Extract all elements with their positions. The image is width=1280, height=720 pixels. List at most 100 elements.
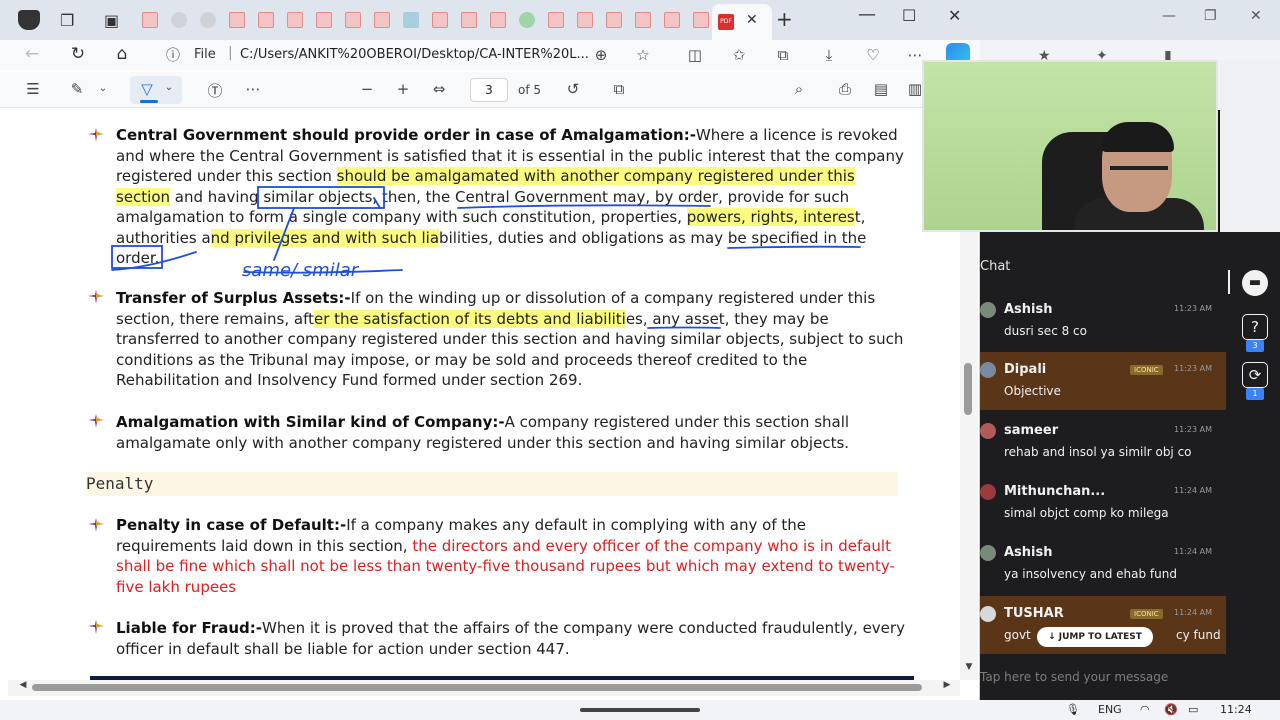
bullet-icon — [88, 414, 104, 428]
chat-title: Chat — [980, 259, 1011, 274]
chat-username: Ashish — [1004, 302, 1053, 317]
scroll-right-icon[interactable]: ▶ — [936, 680, 958, 690]
scroll-left-icon[interactable]: ◀ — [12, 680, 34, 690]
highlighted-text: powers, rights, interes — [686, 208, 855, 226]
chevron-down-icon[interactable]: ⌄ — [92, 83, 114, 94]
tab-pdf-8[interactable] — [432, 12, 448, 28]
browser-essentials-icon[interactable]: ♡ — [862, 46, 884, 64]
pdf-page[interactable]: Central Government should provide order … — [8, 108, 960, 680]
tab-pdf-13[interactable] — [606, 12, 622, 28]
tab-pdf-15[interactable] — [664, 12, 680, 28]
taskbar-handle[interactable] — [580, 708, 700, 712]
chat-message: sameer 11:23 AM rehab and insol ya simil… — [980, 413, 1226, 471]
chat-text: govt — [1004, 628, 1031, 642]
scroll-down-icon[interactable]: ▼ — [958, 662, 980, 672]
page-number-input[interactable]: 3 — [470, 78, 508, 102]
tab-pdf-14[interactable] — [635, 12, 651, 28]
tab-pdf-16[interactable] — [693, 12, 709, 28]
tab-pdf-6[interactable] — [345, 12, 361, 28]
tab-generic-1[interactable] — [171, 12, 187, 28]
chat-text: simal objct comp ko milega — [1004, 506, 1169, 520]
info-icon[interactable]: ⓘ — [166, 45, 180, 65]
chat-username: Mithunchan... — [1004, 484, 1106, 499]
maximize-window-icon[interactable]: ☐ — [902, 6, 916, 25]
poll-icon[interactable]: ⟳ — [1242, 362, 1268, 388]
page-view-icon[interactable]: ⧉ — [608, 80, 630, 98]
minimize-window-icon[interactable]: — — [1162, 8, 1176, 24]
restore-window-icon[interactable]: ❐ — [1204, 8, 1217, 24]
workspaces-icon[interactable]: ❐ — [60, 11, 74, 30]
close-tab-icon[interactable]: ✕ — [746, 12, 758, 28]
collections-icon[interactable]: ⧉ — [772, 46, 794, 64]
help-icon[interactable]: ? — [1242, 314, 1268, 340]
avatar — [980, 362, 996, 378]
minimize-window-icon[interactable]: — — [858, 4, 876, 25]
chat-message-input[interactable]: Tap here to send your message — [980, 670, 1168, 684]
paragraph-surplus-assets: Transfer of Surplus Assets:-If on the wi… — [116, 288, 906, 391]
help-count-badge: 3 — [1246, 340, 1264, 352]
bullet-icon — [88, 620, 104, 634]
tab-pdf-2[interactable] — [229, 12, 245, 28]
back-icon[interactable]: ← — [20, 44, 44, 66]
tab-image-1[interactable] — [403, 12, 419, 28]
draw-tool-button[interactable]: ▽ ⌄ — [130, 76, 182, 104]
horizontal-scrollbar[interactable]: ◀ ▶ — [8, 680, 960, 696]
highlight-icon[interactable]: ✎ — [66, 80, 88, 98]
url-field[interactable]: ⓘ File | C:/Users/ANKIT%20OBEROI/Desktop… — [160, 43, 660, 67]
url-text[interactable]: C:/Users/ANKIT%20OBEROI/Desktop/CA-INTER… — [240, 47, 589, 62]
chat-username: Ashish — [1004, 545, 1053, 560]
tab-pdf-4[interactable] — [287, 12, 303, 28]
tab-pdf-7[interactable] — [374, 12, 390, 28]
clock[interactable]: 11:24 — [1220, 703, 1252, 716]
save-icon[interactable]: ▤ — [870, 80, 892, 98]
close-window-icon[interactable]: ✕ — [948, 6, 961, 25]
close-window-icon[interactable]: ✕ — [1250, 8, 1262, 24]
paragraph-heading: Penalty in case of Default:- — [116, 516, 347, 534]
tab-pdf-3[interactable] — [258, 12, 274, 28]
zoom-out-icon[interactable]: − — [356, 80, 378, 98]
chat-username: sameer — [1004, 423, 1059, 438]
paragraph-heading: Transfer of Surplus Assets:- — [116, 289, 351, 307]
browser-profile-icon[interactable] — [18, 10, 40, 30]
tab-pdf-1[interactable] — [142, 12, 158, 28]
downloads-icon[interactable]: ⤓ — [818, 46, 840, 64]
chat-text: Objective — [1004, 384, 1061, 398]
jump-to-latest-button[interactable]: ↓ JUMP TO LATEST — [1037, 627, 1153, 647]
chat-text: ya insolvency and ehab fund — [1004, 567, 1177, 581]
avatar — [980, 484, 996, 500]
chevron-down-icon: ⌄ — [164, 82, 174, 93]
rotate-icon[interactable]: ↺ — [562, 80, 584, 98]
vertical-scroll-thumb[interactable] — [964, 363, 972, 415]
tab-pdf-5[interactable] — [316, 12, 332, 28]
horizontal-scroll-thumb[interactable] — [32, 684, 922, 691]
zoom-in-icon[interactable]: + — [392, 80, 414, 98]
favorites-icon[interactable]: ✩ — [728, 46, 750, 64]
fit-to-width-icon[interactable]: ⇔ — [428, 80, 450, 98]
split-screen-icon[interactable]: ◫ — [684, 46, 706, 64]
volume-mute-icon[interactable]: 🔇 — [1164, 703, 1178, 716]
microphone-icon[interactable]: 🎙 — [1066, 703, 1080, 716]
search-icon[interactable]: ⌕ — [788, 80, 810, 98]
tab-active-pdf[interactable]: PDF ✕ — [712, 4, 772, 40]
tab-generic-2[interactable] — [200, 12, 216, 28]
language-indicator[interactable]: ENG — [1098, 703, 1122, 716]
tab-generic-3[interactable] — [519, 12, 535, 28]
tab-actions-icon[interactable]: ▣ — [104, 11, 119, 30]
more-tools-icon[interactable]: ⋯ — [242, 80, 264, 98]
favorite-star-icon[interactable]: ☆ — [632, 46, 654, 64]
wifi-icon[interactable]: ◠ — [1140, 703, 1150, 716]
print-icon[interactable]: ⎙ — [834, 80, 856, 98]
refresh-icon[interactable]: ↻ — [66, 44, 90, 66]
bullet-icon — [88, 290, 104, 304]
battery-icon[interactable]: ▭ — [1188, 703, 1198, 716]
tab-pdf-10[interactable] — [490, 12, 506, 28]
home-icon[interactable]: ⌂ — [110, 44, 134, 66]
tab-pdf-9[interactable] — [461, 12, 477, 28]
zoom-icon[interactable]: ⊕ — [590, 46, 612, 64]
chat-bubble-icon[interactable]: ▬ — [1242, 270, 1268, 296]
contents-icon[interactable]: ☰ — [22, 80, 44, 98]
tab-pdf-12[interactable] — [577, 12, 593, 28]
tab-pdf-11[interactable] — [548, 12, 564, 28]
new-tab-button[interactable]: + — [776, 7, 793, 31]
text-tool-icon[interactable]: Ⓣ — [204, 80, 226, 101]
